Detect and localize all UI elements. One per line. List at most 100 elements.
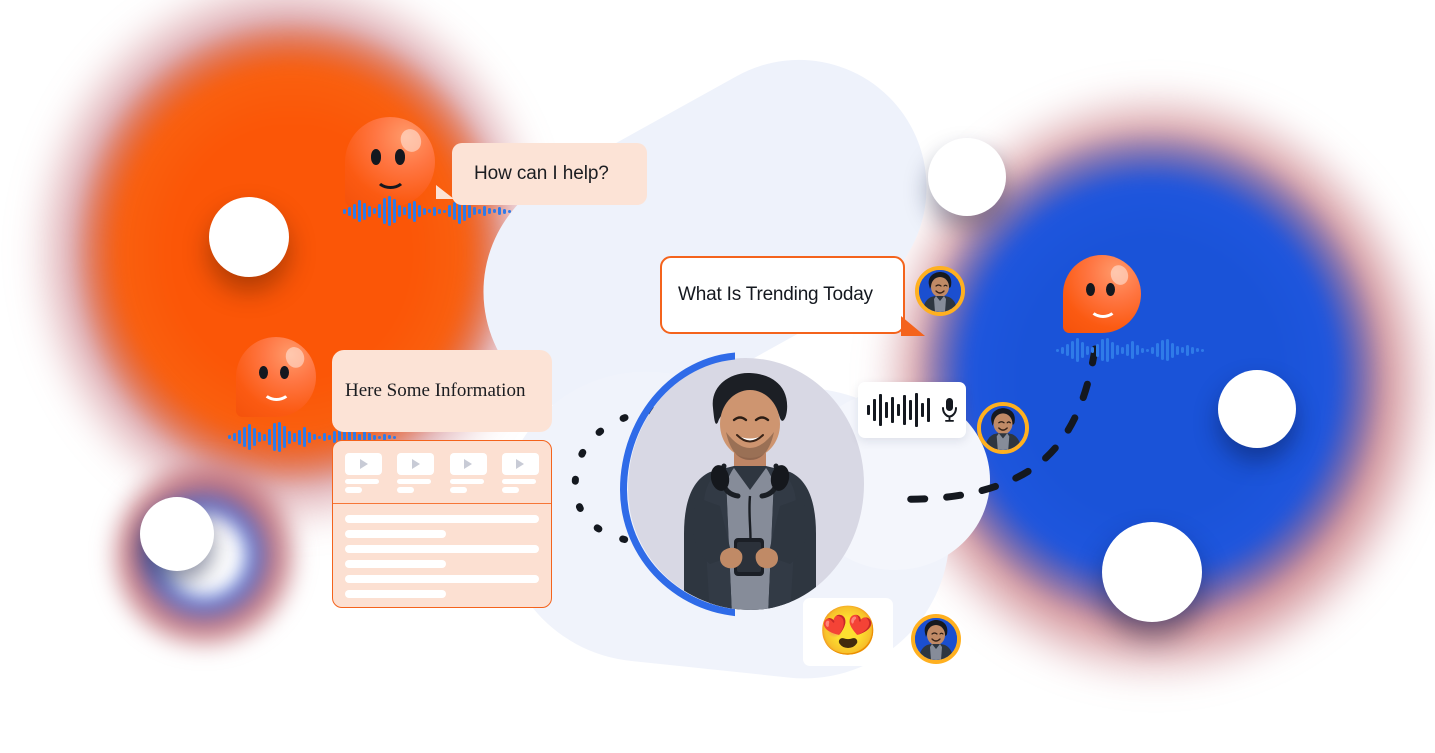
heart-eyes-emoji-icon: 😍	[818, 605, 878, 658]
skeleton-line	[345, 545, 539, 553]
waveform-bar	[288, 430, 291, 444]
chat-bubble-here-some-information[interactable]: Here Some Information	[332, 350, 552, 432]
bot-head-shape	[345, 117, 435, 207]
waveform-bar	[1166, 339, 1169, 361]
waveform-bar	[1191, 346, 1194, 354]
waveform-bar	[1066, 344, 1069, 356]
waveform-bar	[438, 208, 441, 214]
voice-bar	[914, 393, 918, 427]
voice-bar	[878, 394, 882, 426]
chat-bubble-trending-text: What Is Trending Today	[678, 284, 873, 305]
voice-bar	[884, 402, 888, 418]
video-thumbnail[interactable]	[449, 453, 487, 493]
waveform-bar	[473, 207, 476, 215]
waveform-bar	[503, 208, 506, 214]
bot-face-top-left	[345, 117, 435, 207]
waveform-bar	[1176, 345, 1179, 355]
bot-head-shape	[236, 337, 316, 417]
waveform-bar	[1116, 345, 1119, 355]
waveform-bar	[1076, 338, 1079, 362]
waveform-bar	[1071, 341, 1074, 359]
video-thumbnail-row	[333, 441, 551, 493]
waveform-bar	[428, 209, 431, 213]
waveform-bar	[1061, 346, 1064, 354]
waveform-bar	[373, 434, 376, 440]
deco-circle-2	[140, 497, 214, 571]
waveform-bar	[1126, 344, 1129, 356]
waveform-bar	[1186, 344, 1189, 356]
waveform-bar	[273, 423, 276, 451]
play-icon	[359, 459, 368, 469]
waveform-bar	[408, 203, 411, 219]
bot-smile	[1088, 296, 1117, 318]
chat-bubble-how-can-i-help[interactable]: How can I help?	[436, 143, 647, 205]
waveform-bar	[1111, 341, 1114, 359]
waveform-bar	[468, 204, 471, 218]
deco-circle-5	[1102, 522, 1202, 622]
waveform-bar	[323, 433, 326, 441]
deco-circle-4	[1218, 370, 1296, 448]
reaction-card[interactable]: 😍	[803, 598, 893, 666]
voice-message-widget[interactable]	[858, 382, 966, 438]
waveform-bar	[1121, 346, 1124, 354]
chat-bubble-information-text: Here Some Information	[345, 380, 526, 401]
waveform-bar	[298, 429, 301, 445]
play-icon	[464, 459, 473, 469]
avatar-photo	[915, 618, 957, 660]
skeleton-line	[345, 575, 539, 583]
waveform-bar	[478, 208, 481, 214]
user-avatar-3[interactable]	[911, 614, 961, 664]
voice-bar	[926, 398, 930, 422]
chat-bubble-what-is-trending-today[interactable]: What Is Trending Today	[660, 256, 925, 336]
thumbnail-meta-placeholder	[501, 487, 519, 493]
waveform-bar	[508, 209, 511, 213]
waveform-right	[1056, 338, 1204, 362]
video-thumbnail[interactable]	[345, 453, 382, 493]
hero-illustration-canvas: How can I help? Here Some Information Wh…	[0, 0, 1435, 753]
user-avatar-1[interactable]	[915, 266, 965, 316]
voice-bar	[872, 399, 876, 421]
waveform-bar	[328, 434, 331, 440]
waveform-bar	[383, 198, 386, 224]
waveform-bar	[293, 432, 296, 442]
bubble-tail	[901, 316, 925, 336]
waveform-bar	[378, 204, 381, 218]
waveform-bar	[263, 433, 266, 441]
card-divider	[333, 503, 551, 504]
video-thumbnail[interactable]	[397, 453, 435, 493]
voice-bar	[920, 403, 924, 417]
microphone-icon[interactable]	[941, 397, 958, 423]
waveform-bar	[433, 206, 436, 216]
bot-head-shape	[1063, 255, 1141, 333]
waveform-bar	[348, 206, 351, 216]
waveform-bar	[238, 430, 241, 444]
waveform-bar	[343, 208, 346, 214]
waveform-bar	[1091, 347, 1094, 353]
video-thumbnail[interactable]	[501, 453, 539, 493]
waveform-bar	[318, 435, 321, 439]
thumbnail-image	[397, 453, 435, 475]
waveform-bar	[1081, 342, 1084, 358]
waveform-bar	[248, 424, 251, 450]
skeleton-line	[345, 515, 539, 523]
waveform-bar	[1101, 339, 1104, 361]
waveform-bar	[228, 435, 231, 439]
waveform-bar	[423, 207, 426, 215]
waveform-bar	[498, 207, 501, 215]
thumbnail-title-placeholder	[501, 479, 536, 484]
thumbnail-image	[449, 453, 487, 475]
waveform-bar	[403, 207, 406, 215]
waveform-bar	[368, 205, 371, 217]
waveform-bar	[1201, 348, 1204, 352]
waveform-bar	[303, 427, 306, 447]
content-skeleton-card[interactable]	[332, 440, 552, 608]
user-avatar-2[interactable]	[977, 402, 1029, 454]
voice-bar	[902, 395, 906, 425]
avatar-photo	[981, 406, 1025, 450]
waveform-bar	[1141, 347, 1144, 353]
waveform-bar	[1131, 341, 1134, 359]
waveform-bar	[1086, 345, 1089, 355]
waveform-bar	[278, 422, 281, 452]
thumbnail-title-placeholder	[449, 479, 484, 484]
waveform-bar	[1196, 348, 1199, 352]
